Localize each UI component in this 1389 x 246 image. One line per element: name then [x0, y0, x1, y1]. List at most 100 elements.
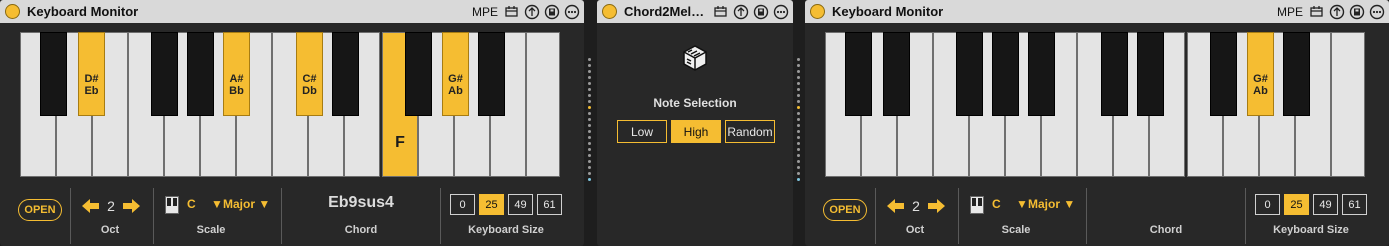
midi-map-icon[interactable]	[503, 3, 520, 20]
oct-label: Oct	[905, 224, 925, 236]
scale-root: C	[992, 197, 1001, 211]
ksize-button[interactable]: 49	[1313, 194, 1338, 215]
device-logo-icon	[683, 45, 707, 71]
arrow-right-icon[interactable]	[122, 197, 142, 215]
key-label: F	[395, 134, 405, 151]
hotswap-icon[interactable]	[523, 3, 540, 20]
chevron-down-icon: ▼	[1063, 197, 1076, 211]
chord-label: Chord	[1149, 224, 1183, 236]
black-key-ds-active[interactable]: D# Eb	[78, 32, 105, 116]
mpe-toggle[interactable]: MPE	[472, 5, 498, 19]
more-icon[interactable]	[1368, 3, 1385, 20]
black-key[interactable]	[332, 32, 359, 116]
octave-value[interactable]: 2	[909, 198, 923, 214]
arrow-right-icon[interactable]	[927, 197, 947, 215]
divider	[440, 188, 441, 244]
scale-root: C	[187, 197, 196, 211]
open-button[interactable]: OPEN	[823, 199, 867, 221]
device-titlebar[interactable]: Keyboard Monitor MPE	[805, 0, 1389, 23]
black-key[interactable]	[956, 32, 983, 116]
black-key[interactable]	[1210, 32, 1237, 116]
arrow-left-icon[interactable]	[80, 197, 100, 215]
white-key[interactable]	[526, 32, 560, 177]
ksize-button[interactable]: 61	[537, 194, 562, 215]
divider	[281, 188, 282, 244]
black-key[interactable]	[883, 32, 910, 116]
black-key[interactable]	[151, 32, 178, 116]
divider	[958, 188, 959, 244]
white-key[interactable]	[1331, 32, 1365, 177]
device-title: Keyboard Monitor	[27, 4, 139, 19]
divider	[1086, 188, 1087, 244]
open-button[interactable]: OPEN	[18, 199, 62, 221]
scale-mode-select[interactable]: Major ▼	[1028, 197, 1075, 211]
mpe-toggle[interactable]: MPE	[1277, 5, 1303, 19]
ksize-button[interactable]: 61	[1342, 194, 1367, 215]
black-key-as-active[interactable]: A# Bb	[223, 32, 250, 116]
hotswap-icon[interactable]	[732, 3, 749, 20]
hotswap-icon[interactable]	[1328, 3, 1345, 20]
save-icon[interactable]	[752, 3, 769, 20]
midi-map-icon[interactable]	[1308, 3, 1325, 20]
key-label: G# Ab	[1253, 73, 1268, 97]
option-low-button[interactable]: Low	[617, 120, 667, 143]
octave-value[interactable]: 2	[104, 198, 118, 214]
midi-map-icon[interactable]	[712, 3, 729, 20]
chord-display: Eb9sus4	[328, 194, 394, 211]
ksize-button[interactable]: 0	[1255, 194, 1280, 215]
keyboard-size-selector: 0 25 49 61	[1255, 194, 1367, 215]
ksize-button[interactable]: 0	[450, 194, 475, 215]
power-icon[interactable]	[810, 4, 825, 19]
divider	[875, 188, 876, 244]
divider	[1245, 188, 1246, 244]
ksize-button[interactable]: 49	[508, 194, 533, 215]
black-key[interactable]	[1137, 32, 1164, 116]
arrow-left-icon[interactable]	[885, 197, 905, 215]
chord2melody-device: Chord2Mel… Note Selection Low High Rando…	[597, 0, 793, 246]
black-key[interactable]	[405, 32, 432, 116]
key-label: G# Ab	[448, 73, 463, 97]
divider	[70, 188, 71, 244]
ksize-button-selected[interactable]: 25	[479, 194, 504, 215]
option-random-button[interactable]: Random	[725, 120, 775, 143]
scale-mode-select[interactable]: Major ▼	[223, 197, 270, 211]
black-key[interactable]	[845, 32, 872, 116]
black-key-gs-active[interactable]: G# Ab	[442, 32, 469, 116]
controls-row: OPEN 2 Oct C ▼ Major ▼ Scale Eb9sus4 Cho…	[0, 184, 584, 246]
key-label: A# Bb	[229, 73, 244, 97]
black-key[interactable]	[1028, 32, 1055, 116]
scale-root-select[interactable]: C ▼	[992, 197, 1028, 211]
note-selection-title: Note Selection	[653, 96, 737, 110]
chevron-down-icon: ▼	[258, 197, 271, 211]
ksize-button-selected[interactable]: 25	[1284, 194, 1309, 215]
controls-row: OPEN 2 Oct C ▼ Major ▼ Scale Chord 0 25 …	[805, 184, 1389, 246]
scale-icon[interactable]	[165, 196, 179, 214]
divider	[153, 188, 154, 244]
key-label: D# Eb	[84, 73, 99, 97]
option-high-button[interactable]: High	[671, 120, 721, 143]
scale-root-select[interactable]: C ▼	[187, 197, 223, 211]
save-icon[interactable]	[543, 3, 560, 20]
black-key[interactable]	[1101, 32, 1128, 116]
device-titlebar[interactable]: Keyboard Monitor MPE	[0, 0, 584, 23]
black-key-cs-active[interactable]: C# Db	[296, 32, 323, 116]
black-key[interactable]	[187, 32, 214, 116]
device-grip[interactable]	[797, 58, 801, 184]
save-icon[interactable]	[1348, 3, 1365, 20]
device-grip[interactable]	[588, 58, 592, 184]
scale-icon[interactable]	[970, 196, 984, 214]
scale-label: Scale	[1001, 224, 1031, 236]
power-icon[interactable]	[5, 4, 20, 19]
more-icon[interactable]	[563, 3, 580, 20]
black-key[interactable]	[478, 32, 505, 116]
black-key[interactable]	[992, 32, 1019, 116]
scale-mode: Major	[223, 197, 256, 211]
more-icon[interactable]	[772, 3, 789, 20]
keyboard-monitor-right: Keyboard Monitor MPE G# Ab OPEN 2 Oct C …	[805, 0, 1389, 246]
black-key[interactable]	[1283, 32, 1310, 116]
black-key-gs-active[interactable]: G# Ab	[1247, 32, 1274, 116]
power-icon[interactable]	[602, 4, 617, 19]
chord-label: Chord	[344, 224, 378, 236]
device-titlebar[interactable]: Chord2Mel…	[597, 0, 793, 23]
black-key[interactable]	[40, 32, 67, 116]
